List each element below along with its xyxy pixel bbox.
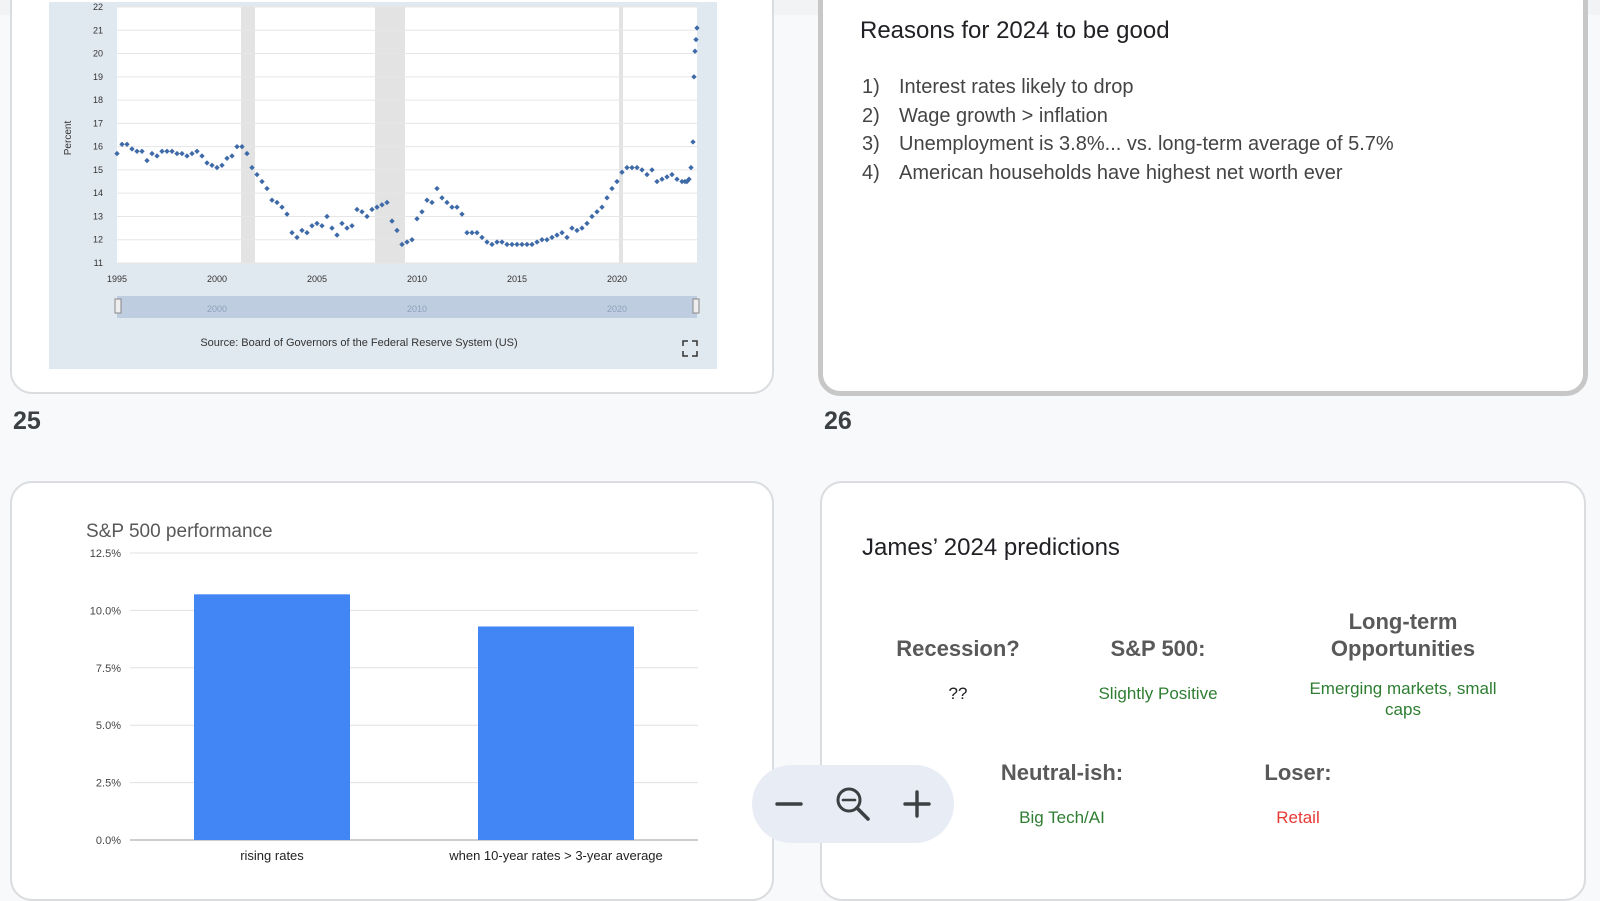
x-tick-label: when 10-year rates > 3-year average [448,848,663,863]
list-item: 2) Wage growth > inflation [862,104,1108,127]
y-tick-label: 21 [93,25,103,35]
y-tick-label: 16 [93,142,103,152]
fred-scatter-chart[interactable]: 11 12 13 14 15 16 17 18 19 20 21 22 1995 2000 2005 201… [49,2,717,369]
bar [194,594,350,840]
list-item: 4) American households have highest net w… [862,161,1343,184]
zoom-out-button[interactable] [768,783,810,825]
plus-icon [903,790,931,818]
fred-chart-panel: 11 12 13 14 15 16 17 18 19 20 21 22 1995 2000 2005 201… [49,2,717,369]
fullscreen-icon[interactable] [682,340,698,357]
minus-icon [775,802,803,806]
slide-title: Reasons for 2024 to be good [860,17,1170,44]
chart-source-note: Source: Board of Governors of the Federa… [200,337,517,349]
y-tick-label: 7.5% [96,663,121,675]
slide-thumbnail-25[interactable]: 11 12 13 14 15 16 17 18 19 20 21 22 1995 2000 2005 201… [10,0,774,394]
slide-number-26: 26 [824,407,852,435]
zoom-reset-button[interactable] [832,783,874,825]
navigator-tick-label: 2000 [207,304,227,314]
navigator-handle-right[interactable] [692,298,700,314]
zoom-in-button[interactable] [896,783,938,825]
x-tick-label: 2005 [307,274,327,284]
navigator-tick-label: 2010 [407,304,427,314]
y-tick-label: 15 [93,165,103,175]
recession-heading: Recession? [896,636,1020,661]
y-tick-label: 22 [93,2,103,12]
recession-shade [241,7,255,263]
slide-thumbnail-28[interactable]: James’ 2024 predictions Recession? ?? S&… [820,481,1586,901]
slide-title: James’ 2024 predictions [862,534,1120,561]
slide-thumbnail-27[interactable]: S&P 500 performance 0.0% 2.5% 5.0% 7.5% 10.0… [10,481,774,901]
y-tick-label: 14 [93,188,103,198]
y-tick-label: 20 [93,49,103,59]
x-tick-label: 2000 [207,274,227,284]
list-item: 1) Interest rates likely to drop [862,76,1134,98]
y-tick-label: 12 [93,235,103,245]
slide-thumbnail-26[interactable]: Reasons for 2024 to be good 1) Interest r… [818,0,1588,396]
reasons-list: 1) Interest rates likely to drop 2) Wage g… [862,73,1394,187]
y-tick-label: 5.0% [96,720,121,732]
y-tick-label: 0.0% [96,835,121,847]
navigator-tick-label: 2020 [607,304,627,314]
sp500-heading: S&P 500: [1110,636,1206,661]
recession-value: ?? [948,684,968,703]
y-tick-label: 10.0% [90,605,121,617]
y-tick-label: 2.5% [96,778,121,790]
sp500-bar-chart[interactable]: S&P 500 performance 0.0% 2.5% 5.0% 7.5% 10.0… [12,483,774,901]
x-tick-label: 2010 [407,274,427,284]
long-term-heading: Long-term Opportunities [1330,609,1476,661]
list-item: 3) Unemployment is 3.8%... vs. long-term … [862,133,1394,155]
bar [478,626,634,840]
x-tick-label: 2020 [607,274,627,284]
neutral-heading: Neutral-ish: [1000,760,1124,785]
y-axis-label: Percent [63,121,74,156]
x-tick-label: rising rates [240,848,304,863]
chart-title: S&P 500 performance [86,521,273,542]
sp500-value: Slightly Positive [1098,684,1218,703]
y-tick-label: 19 [93,72,103,82]
zoom-controls [752,765,954,843]
y-tick-label: 18 [93,95,103,105]
x-tick-label: 2015 [507,274,527,284]
recession-shade [619,7,623,263]
loser-heading: Loser: [1264,760,1332,785]
x-tick-label: 1995 [107,274,127,284]
long-term-value: Emerging markets, small caps [1309,679,1497,719]
navigator-handle-left[interactable] [114,298,122,314]
neutral-value: Big Tech/AI [1019,808,1105,827]
y-tick-label: 12.5% [90,548,121,560]
y-tick-label: 17 [93,118,103,128]
recession-shade [375,7,405,263]
zoom-out-magnifier-icon [836,787,870,821]
plot-area [117,7,697,263]
y-tick-label: 11 [94,258,103,268]
y-tick-label: 13 [93,211,103,221]
loser-value: Retail [1276,808,1320,827]
slide-number-25: 25 [13,407,41,435]
